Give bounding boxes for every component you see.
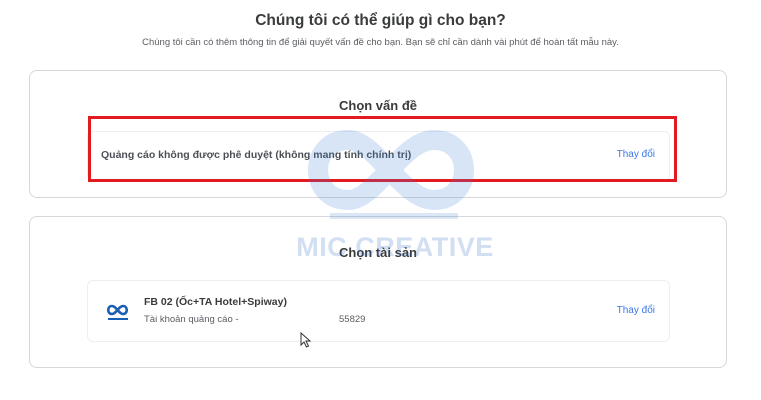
mic-creative-logo-icon bbox=[106, 304, 129, 320]
page-subtitle: Chúng tôi cần có thêm thông tin để giải … bbox=[142, 37, 619, 48]
asset-type-label: Tài khoản quảng cáo - bbox=[144, 314, 239, 325]
asset-section-title: Chọn tài sản bbox=[338, 245, 417, 260]
support-form-page: Chúng tôi có thể giúp gì cho bạn? Chúng … bbox=[0, 0, 761, 400]
asset-name: FB 02 (Ốc+TA Hotel+Spiway) bbox=[144, 296, 287, 308]
asset-section-card: Chọn tài sản FB 02 (Ốc+TA Hotel+Spiway) … bbox=[29, 216, 727, 368]
change-asset-link[interactable]: Thay đổi bbox=[617, 305, 655, 316]
asset-id-partial: 55829 bbox=[339, 314, 366, 325]
selected-asset-row[interactable]: FB 02 (Ốc+TA Hotel+Spiway) Tài khoản quả… bbox=[87, 280, 670, 342]
mouse-pointer-icon bbox=[300, 332, 312, 348]
highlight-annotation-box bbox=[88, 116, 677, 182]
issue-section-title: Chọn vấn đề bbox=[338, 98, 417, 113]
page-title: Chúng tôi có thể giúp gì cho bạn? bbox=[255, 12, 506, 29]
